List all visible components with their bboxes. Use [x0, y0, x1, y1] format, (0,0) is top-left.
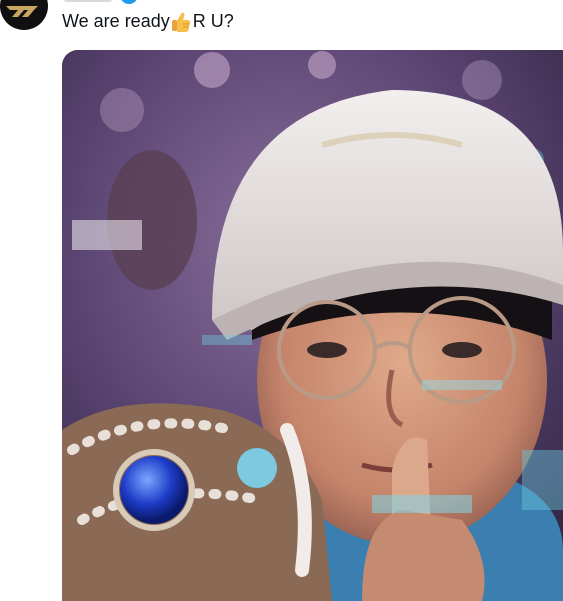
- tweet-text: We are ready R U?: [62, 8, 234, 34]
- photo-image: [62, 50, 563, 601]
- verified-badge-icon: [120, 0, 138, 4]
- t1-logo-icon: [6, 6, 38, 17]
- thumbs-up-emoji: [171, 11, 191, 33]
- tweet-text-before: We are ready: [62, 11, 170, 31]
- tweet-media-photo[interactable]: [62, 50, 563, 601]
- author-name-peek[interactable]: [64, 0, 112, 2]
- tweet-text-after: R U?: [192, 11, 234, 31]
- author-avatar[interactable]: [0, 0, 48, 30]
